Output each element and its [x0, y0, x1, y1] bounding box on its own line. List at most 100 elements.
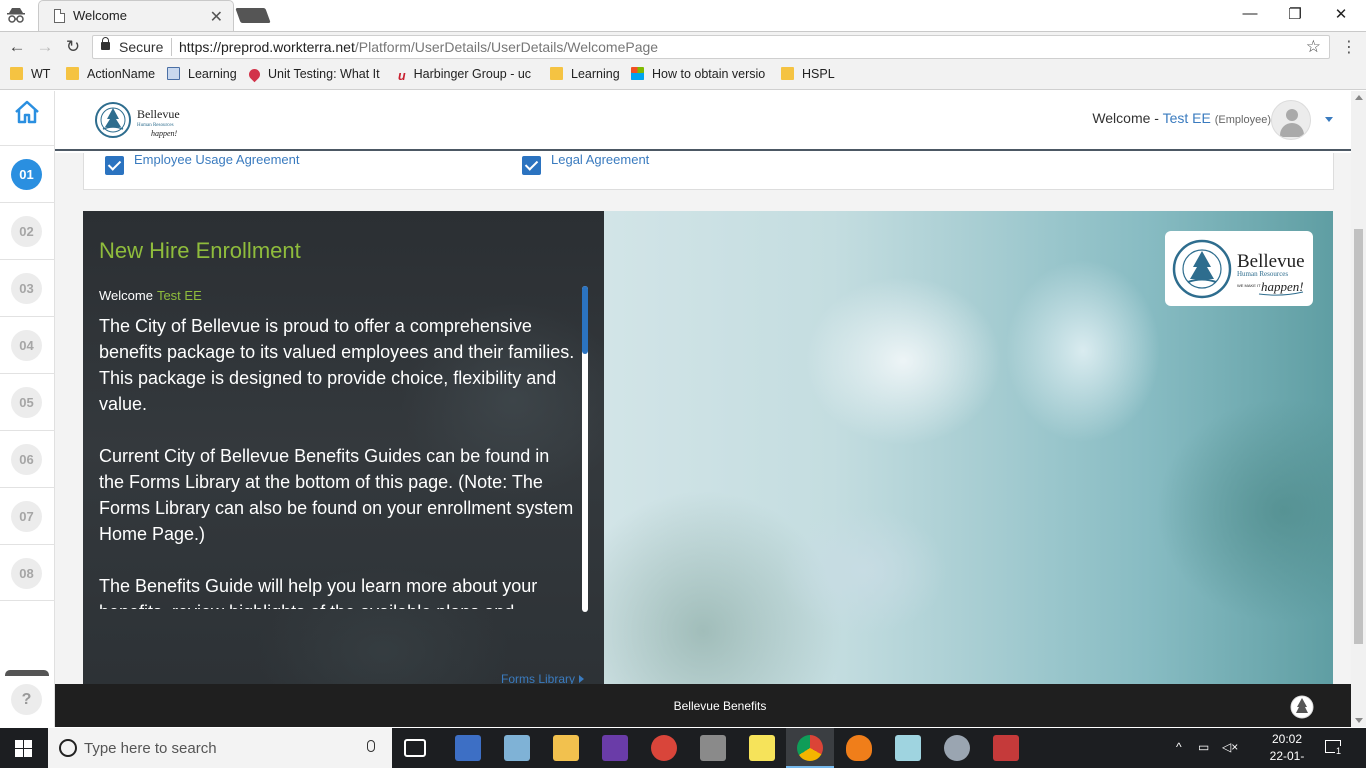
minimize-button[interactable]: —	[1235, 5, 1265, 22]
user-menu-caret-icon[interactable]	[1325, 117, 1333, 122]
scroll-down-icon[interactable]	[1355, 718, 1363, 723]
footer-seal-icon	[1290, 695, 1314, 719]
cortana-icon	[59, 739, 77, 757]
bookmark-item[interactable]: Unit Testing: What It	[246, 66, 380, 83]
sticky-notes-icon[interactable]	[749, 735, 775, 761]
text-scrollbar[interactable]	[582, 286, 588, 612]
bookmark-item[interactable]: HSPL	[781, 67, 835, 81]
home-icon[interactable]	[14, 100, 40, 124]
page-scrollbar-thumb[interactable]	[1354, 229, 1363, 644]
rail-handle[interactable]	[5, 670, 49, 676]
url-input[interactable]: Secure https://preprod.workterra.net/Pla…	[92, 35, 1330, 59]
chrome-icon[interactable]	[797, 735, 823, 761]
scroll-up-icon[interactable]	[1355, 95, 1363, 100]
step-06[interactable]: 06	[0, 430, 55, 487]
tray-chevron-icon[interactable]: ^	[1176, 740, 1182, 754]
network-icon[interactable]: ▭	[1198, 740, 1209, 754]
bookmark-label: Unit Testing: What It	[268, 67, 380, 81]
bookmark-star-icon[interactable]: ☆	[1306, 37, 1321, 57]
url-path: /Platform/UserDetails/UserDetails/Welcom…	[354, 39, 659, 55]
enrollment-text[interactable]: The City of Bellevue is proud to offer a…	[99, 313, 579, 609]
taskbar-search[interactable]: Type here to search	[48, 728, 392, 768]
scrollbar-thumb[interactable]	[582, 286, 588, 354]
step-01[interactable]: 01	[0, 145, 55, 202]
svg-text:happen!: happen!	[151, 129, 178, 138]
notepad-icon[interactable]	[895, 735, 921, 761]
step-08[interactable]: 08	[0, 544, 55, 601]
harbinger-icon: u	[398, 69, 406, 83]
task-view-icon[interactable]	[404, 739, 426, 757]
employee-usage-agreement[interactable]: Employee Usage Agreement	[105, 152, 299, 175]
user-name[interactable]: Test EE	[1163, 110, 1211, 126]
avatar-body	[1280, 123, 1304, 137]
clock-time: 20:02	[1271, 732, 1303, 746]
step-04[interactable]: 04	[0, 316, 55, 373]
avatar[interactable]	[1271, 100, 1311, 140]
tool-app-icon[interactable]	[504, 735, 530, 761]
bookmark-item[interactable]: ActionName	[66, 67, 155, 81]
turtle-app-icon[interactable]	[944, 735, 970, 761]
browser-menu-icon[interactable]: ⋮	[1340, 37, 1358, 57]
address-bar: ← → ↻ Secure https://preprod.workterra.n…	[0, 32, 1366, 62]
help-button[interactable]: ?	[11, 684, 42, 715]
step-rail: 01 02 03 04 05 06 07 08 ?	[0, 91, 55, 727]
page-scrollbar[interactable]	[1351, 91, 1366, 727]
browser-app-icon[interactable]	[651, 735, 677, 761]
new-tab-button[interactable]	[235, 8, 271, 23]
svg-text:Bellevue: Bellevue	[1237, 251, 1305, 272]
windows-start-icon[interactable]	[15, 740, 32, 757]
red-app-icon[interactable]	[993, 735, 1019, 761]
enrollment-panel: New Hire Enrollment Welcome Test EE The C…	[83, 211, 604, 684]
start-tile	[24, 749, 32, 757]
step-number: 02	[11, 216, 42, 247]
step-number: 03	[11, 273, 42, 304]
bookmark-item[interactable]: How to obtain versio	[631, 67, 765, 81]
restore-button[interactable]: ❐	[1280, 5, 1310, 23]
step-05[interactable]: 05	[0, 373, 55, 430]
forward-icon[interactable]: →	[34, 37, 56, 57]
svg-text:WE MAKE IT: WE MAKE IT	[1237, 283, 1261, 288]
reload-icon[interactable]: ↻	[62, 37, 84, 57]
step-number: 01	[11, 159, 42, 190]
flame-app-icon[interactable]	[846, 735, 872, 761]
close-window-button[interactable]: ✕	[1326, 5, 1356, 23]
clock[interactable]: 20:02 22-01-2018	[1262, 731, 1312, 768]
checkbox-checked-icon[interactable]	[105, 156, 124, 175]
heart-icon	[246, 66, 263, 83]
microphone-icon[interactable]	[367, 740, 375, 752]
bookmark-item[interactable]: Learning	[550, 67, 620, 81]
user-role: (Employee)	[1214, 114, 1271, 126]
folder-icon	[781, 67, 794, 80]
folder-icon	[10, 67, 23, 80]
lock-icon	[101, 37, 110, 50]
legal-agreement[interactable]: Legal Agreement	[522, 152, 649, 175]
bookmark-item[interactable]: Learning	[167, 67, 237, 81]
file-explorer-icon[interactable]	[553, 735, 579, 761]
agreement-label: Employee Usage Agreement	[134, 152, 300, 167]
back-icon[interactable]: ←	[6, 37, 28, 57]
visual-studio-icon[interactable]	[602, 735, 628, 761]
bookmark-item[interactable]: WT	[10, 67, 50, 81]
bookmark-item[interactable]: u Harbinger Group - uc	[398, 67, 531, 83]
volume-muted-icon[interactable]: ◁×	[1222, 740, 1238, 754]
welcome-name: Test EE	[156, 288, 202, 303]
step-number: 06	[11, 444, 42, 475]
enrollment-hero: New Hire Enrollment Welcome Test EE The C…	[83, 211, 1333, 684]
step-02[interactable]: 02	[0, 202, 55, 259]
paragraph: The Benefits Guide will help you learn m…	[99, 576, 538, 609]
bookmark-label: HSPL	[802, 67, 835, 81]
checkbox-checked-icon[interactable]	[522, 156, 541, 175]
step-07[interactable]: 07	[0, 487, 55, 544]
remote-desktop-icon[interactable]	[455, 735, 481, 761]
step-03[interactable]: 03	[0, 259, 55, 316]
app-header: Bellevue Human Resources happen! Welcome…	[55, 91, 1351, 151]
search-placeholder: Type here to search	[84, 740, 217, 757]
forms-library-link[interactable]: Forms Library	[501, 672, 585, 684]
paragraph: The City of Bellevue is proud to offer a…	[99, 316, 575, 414]
secure-label: Secure	[119, 39, 164, 55]
browser-tab[interactable]: Welcome ✕	[38, 0, 234, 31]
tools-icon[interactable]	[700, 735, 726, 761]
main-content: Employee Usage Agreement Legal Agreement…	[55, 152, 1351, 684]
agreement-label: Legal Agreement	[551, 152, 650, 167]
tab-close-icon[interactable]: ✕	[210, 7, 223, 27]
